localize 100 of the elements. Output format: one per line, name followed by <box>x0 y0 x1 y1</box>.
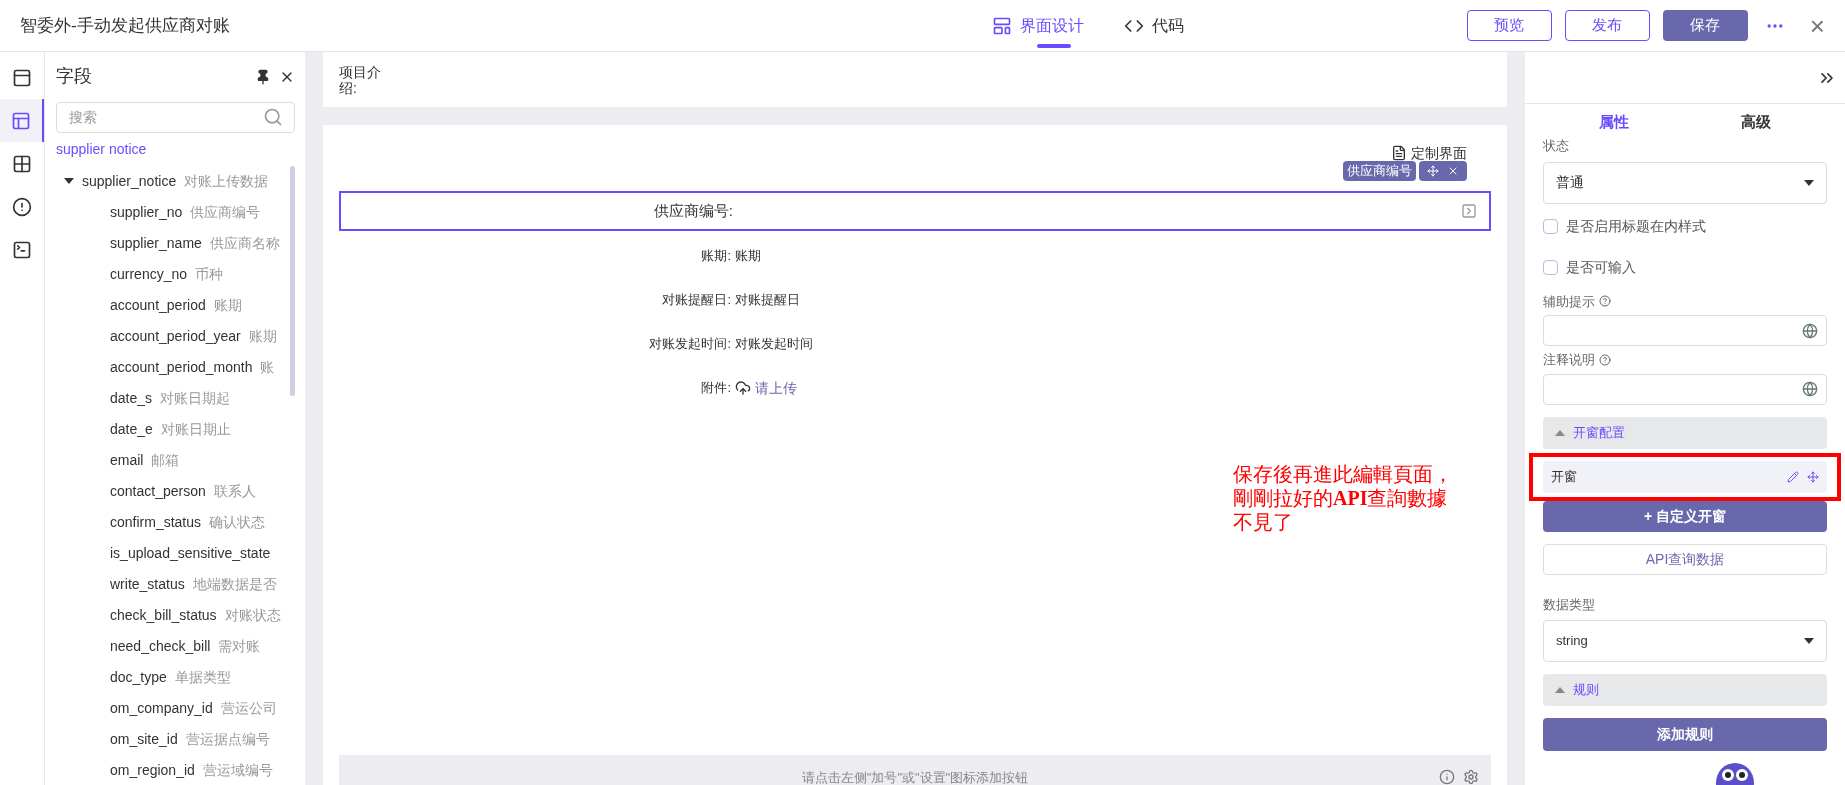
field-label: 对账日期起 <box>160 388 231 408</box>
upload-link[interactable]: 请上传 <box>755 377 797 399</box>
window-title: 智委外-手动发起供应商对账 <box>20 15 230 35</box>
globe-icon[interactable] <box>1802 322 1818 339</box>
field-name[interactable]: om_region_id <box>110 759 195 781</box>
field-name[interactable]: doc_type <box>110 666 167 688</box>
form-value: 对账发起时间 <box>735 335 813 354</box>
field-label: 地端数据是否 <box>192 574 277 594</box>
section-header[interactable]: 开窗配置 <box>1543 416 1827 449</box>
field-label: 邮箱 <box>151 450 180 470</box>
field-caption: 辅助提示 <box>1543 292 1595 311</box>
pin-icon[interactable] <box>255 68 271 85</box>
intro-label: 项目介绍: <box>339 63 382 96</box>
field-caption: 状态 <box>1543 137 1570 155</box>
move-icon[interactable] <box>1427 165 1439 177</box>
expand-icon[interactable] <box>1461 203 1477 219</box>
delete-icon[interactable] <box>1447 165 1459 177</box>
caret-icon <box>1804 638 1814 644</box>
document-icon <box>1391 145 1407 161</box>
caret-icon <box>1804 179 1814 186</box>
tree-node-label: 对账上传数据 <box>184 171 269 191</box>
field-name[interactable]: contact_person <box>110 480 206 502</box>
annotation: 保存後再進此編輯頁面，剛剛拉好的API查詢數據不見了 <box>1233 462 1454 534</box>
field-name[interactable]: is_upload_sensitive_state <box>110 542 271 564</box>
tab-underline <box>1037 43 1072 48</box>
field-label: 需对账 <box>218 636 261 656</box>
form-label: 对账发起时间: <box>648 335 731 354</box>
field-name[interactable]: need_check_bill <box>110 635 211 657</box>
form-label: 账期: <box>700 247 731 266</box>
field-name[interactable]: om_company_id <box>110 697 213 719</box>
field-label: 账期 <box>248 326 277 346</box>
field-label: 确认状态 <box>209 512 266 532</box>
field-label: 单据类型 <box>174 667 231 687</box>
action-button[interactable]: 保存 <box>1662 10 1748 41</box>
field-label: 账 <box>260 357 275 377</box>
custom-window-button[interactable]: + 自定义开窗 <box>1543 500 1827 532</box>
owl-mascot-icon[interactable] <box>1715 761 1755 785</box>
field-name[interactable]: om_site_id <box>110 728 178 750</box>
fields-icon <box>11 110 31 131</box>
mode-tab[interactable]: 界面设计 <box>992 0 1085 52</box>
layout-icon <box>992 15 1013 36</box>
field-name[interactable]: write_status <box>110 573 185 595</box>
source-link[interactable]: supplier notice <box>56 138 295 160</box>
form-icon <box>12 67 32 88</box>
settings-icon[interactable] <box>1463 769 1479 785</box>
field-label: 供应商编号 <box>190 202 261 222</box>
form-label: 供应商编号: <box>652 200 733 221</box>
edit-icon[interactable] <box>1787 470 1799 483</box>
field-label: 币种 <box>195 264 224 284</box>
action-button[interactable]: 预览 <box>1466 10 1552 41</box>
checkbox[interactable] <box>1543 259 1558 275</box>
search-field[interactable]: 搜索 <box>56 101 295 133</box>
property-tab[interactable]: 高级 <box>1685 110 1827 134</box>
field-name[interactable]: date_e <box>110 418 153 440</box>
help-icon[interactable] <box>1599 295 1611 308</box>
text-field[interactable] <box>1543 315 1827 346</box>
caret-icon <box>64 178 74 185</box>
add-rule-button[interactable]: 添加规则 <box>1543 718 1827 751</box>
grid-icon <box>12 153 32 174</box>
field-name[interactable]: email <box>110 449 144 471</box>
field-label: 营运域编号 <box>202 760 273 780</box>
field-name[interactable]: supplier_no <box>110 201 183 223</box>
field-label: 账期 <box>213 295 242 315</box>
search-icon <box>263 106 283 127</box>
window-item[interactable]: 开窗 <box>1543 460 1827 493</box>
selected-tag: 供应商编号 <box>1343 161 1416 181</box>
action-button[interactable]: 发布 <box>1564 10 1650 41</box>
close-button[interactable]: × <box>1809 12 1825 39</box>
field-caption: 数据类型 <box>1543 595 1596 614</box>
help-icon[interactable] <box>1599 353 1611 366</box>
checkbox[interactable] <box>1543 218 1558 234</box>
info-icon[interactable] <box>1439 769 1455 785</box>
field-name[interactable]: account_period_year <box>110 325 241 347</box>
field-name[interactable]: currency_no <box>110 263 188 285</box>
field-name[interactable]: supplier_name <box>110 232 202 254</box>
scrollbar[interactable] <box>290 165 295 396</box>
checkbox-label: 是否可输入 <box>1566 257 1636 277</box>
field-name[interactable]: date_s <box>110 387 153 409</box>
customize-link[interactable]: 定制界面 <box>1411 142 1467 164</box>
data-type-select[interactable]: string <box>1543 620 1827 662</box>
field-name[interactable]: account_period_month <box>110 356 253 378</box>
tree-node[interactable]: supplier_notice <box>82 170 177 192</box>
selected-form-row[interactable]: 供应商编号: <box>339 191 1491 231</box>
form-value: 对账提醒日 <box>735 291 800 310</box>
field-label: 联系人 <box>213 481 256 501</box>
field-name[interactable]: account_period <box>110 294 206 316</box>
field-name[interactable]: confirm_status <box>110 511 202 533</box>
terminal-icon <box>12 239 32 260</box>
footer-hint: 请点击左侧"加号"或"设置"图标添加按钮 <box>801 771 1029 785</box>
api-data-button[interactable]: API查询数据 <box>1543 543 1827 575</box>
mode-tab[interactable]: 代码 <box>1124 0 1185 52</box>
text-field[interactable] <box>1543 373 1827 405</box>
section-header[interactable]: 规则 <box>1543 674 1827 706</box>
status-select[interactable]: 普通 <box>1543 161 1827 204</box>
move-icon[interactable] <box>1807 470 1819 483</box>
field-name[interactable]: check_bill_status <box>110 604 217 626</box>
property-tab[interactable]: 属性 <box>1543 110 1685 134</box>
globe-icon[interactable] <box>1802 381 1818 397</box>
form-value: 账期 <box>735 247 761 266</box>
field-label: 供应商名称 <box>209 233 280 253</box>
